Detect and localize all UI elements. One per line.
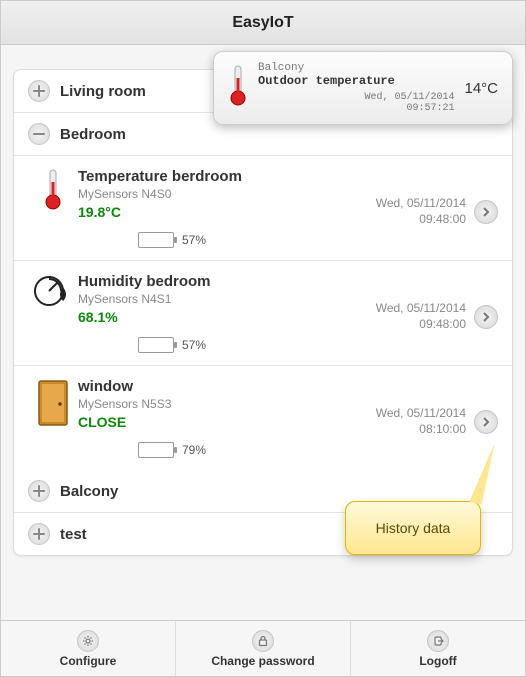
logoff-button[interactable]: Logoff xyxy=(351,621,525,676)
sensor-row-temperature: Temperature berdroom MySensors N4S0 19.8… xyxy=(14,156,512,261)
battery-icon xyxy=(138,337,174,353)
configure-button[interactable]: Configure xyxy=(1,621,176,676)
history-button[interactable] xyxy=(474,410,498,434)
chevron-right-icon xyxy=(474,410,498,434)
group-label: Bedroom xyxy=(60,126,126,143)
sensor-value: 68.1% xyxy=(78,309,376,325)
logoff-icon xyxy=(427,630,449,652)
thermometer-icon xyxy=(28,168,78,212)
history-button[interactable] xyxy=(474,200,498,224)
sensor-name: window xyxy=(78,378,376,395)
change-password-button[interactable]: Change password xyxy=(176,621,351,676)
sensor-timestamp: Wed, 05/11/2014 09:48:00 xyxy=(376,196,466,227)
sensor-row-window: window MySensors N5S3 CLOSE 79% Wed, 05/… xyxy=(14,366,512,470)
door-icon xyxy=(28,378,78,428)
group-label: Balcony xyxy=(60,483,118,500)
popup-timestamp: Wed, 05/11/2014 09:57:21 xyxy=(258,92,454,114)
popup-sensor-name: Outdoor temperature xyxy=(258,74,454,88)
battery-indicator: 79% xyxy=(138,442,376,458)
footer-toolbar: Configure Change password Logoff xyxy=(1,620,525,676)
lock-icon xyxy=(252,630,274,652)
battery-text: 57% xyxy=(182,338,206,352)
plus-icon xyxy=(28,480,50,502)
group-label: Living room xyxy=(60,83,146,100)
sensor-source: MySensors N5S3 xyxy=(78,397,376,411)
callout-text: History data xyxy=(376,520,451,536)
app-title-bar: EasyIoT xyxy=(1,1,525,45)
sensor-name: Humidity bedroom xyxy=(78,273,376,290)
battery-icon xyxy=(138,442,174,458)
sensor-popup-card: Balcony Outdoor temperature Wed, 05/11/2… xyxy=(213,51,513,125)
thermometer-icon xyxy=(228,64,248,113)
sensor-name: Temperature berdroom xyxy=(78,168,376,185)
sensor-value: CLOSE xyxy=(78,414,376,430)
battery-indicator: 57% xyxy=(138,337,376,353)
humidity-icon xyxy=(28,273,78,309)
plus-icon xyxy=(28,80,50,102)
gear-icon xyxy=(77,630,99,652)
sensor-source: MySensors N4S1 xyxy=(78,292,376,306)
battery-icon xyxy=(138,232,174,248)
sensor-value: 19.8°C xyxy=(78,204,376,220)
history-button[interactable] xyxy=(474,305,498,329)
group-label: test xyxy=(60,526,87,543)
plus-icon xyxy=(28,523,50,545)
sensor-row-humidity: Humidity bedroom MySensors N4S1 68.1% 57… xyxy=(14,261,512,366)
sensor-timestamp: Wed, 05/11/2014 08:10:00 xyxy=(376,406,466,437)
room-panel: Living room Bedroom Temperature berd xyxy=(13,69,513,556)
sensor-timestamp: Wed, 05/11/2014 09:48:00 xyxy=(376,301,466,332)
footer-label: Change password xyxy=(211,654,314,668)
sensor-source: MySensors N4S0 xyxy=(78,187,376,201)
callout-history-data: History data xyxy=(345,501,481,555)
battery-text: 57% xyxy=(182,233,206,247)
footer-label: Logoff xyxy=(419,654,456,668)
sensor-list-bedroom: Temperature berdroom MySensors N4S0 19.8… xyxy=(14,156,512,470)
chevron-right-icon xyxy=(474,305,498,329)
popup-room: Balcony xyxy=(258,62,454,74)
app-title: EasyIoT xyxy=(232,14,293,31)
footer-label: Configure xyxy=(60,654,117,668)
minus-icon xyxy=(28,123,50,145)
popup-value: 14°C xyxy=(464,80,498,97)
chevron-right-icon xyxy=(474,200,498,224)
battery-indicator: 57% xyxy=(138,232,376,248)
battery-text: 79% xyxy=(182,443,206,457)
